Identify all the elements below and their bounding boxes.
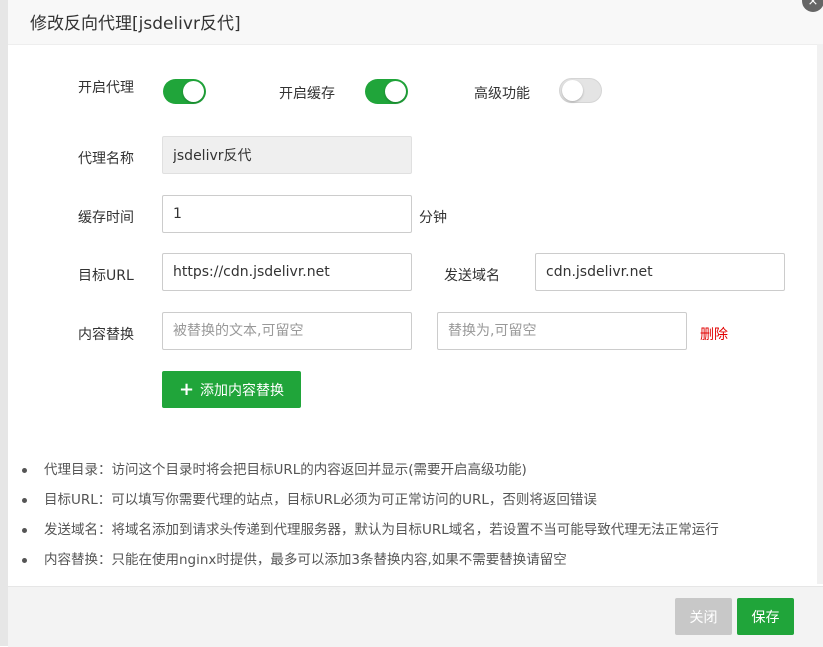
note-item: 目标URL：可以填写你需要代理的站点，目标URL必须为可正常访问的URL，否则将… <box>22 488 597 508</box>
cache-toggle-label: 开启缓存 <box>279 86 335 102</box>
proxy-name-label: 代理名称 <box>78 151 134 167</box>
proxy-toggle[interactable] <box>163 79 206 104</box>
toggle-knob <box>183 81 204 102</box>
send-domain-label: 发送域名 <box>444 268 500 284</box>
plus-icon: + <box>178 378 195 400</box>
send-domain-input[interactable] <box>535 253 785 291</box>
bullet-icon <box>22 467 27 473</box>
content-replace-label: 内容替换 <box>78 327 134 343</box>
note-item: 发送域名：将域名添加到请求头传递到代理服务器，默认为目标URL域名，若设置不当可… <box>22 518 719 538</box>
delete-replace-link[interactable]: 删除 <box>700 324 728 344</box>
note-item: 内容替换：只能在使用nginx时提供，最多可以添加3条替换内容,如果不需要替换请… <box>22 548 567 568</box>
scrollbar[interactable] <box>817 44 823 584</box>
bullet-icon <box>22 497 27 503</box>
replace-to-input[interactable] <box>437 312 687 350</box>
bullet-icon <box>22 527 27 533</box>
dialog-footer: 关闭 保存 <box>8 586 823 647</box>
cache-toggle[interactable] <box>365 79 408 104</box>
advanced-toggle[interactable] <box>559 78 602 103</box>
toggle-knob <box>385 81 406 102</box>
toggle-knob <box>562 80 583 101</box>
dialog-title-bar: 修改反向代理[jsdelivr反代] <box>8 0 823 45</box>
add-content-replace-label: 添加内容替换 <box>200 382 285 399</box>
dialog-title: 修改反向代理[jsdelivr反代] <box>30 14 241 34</box>
cache-time-unit: 分钟 <box>419 210 447 226</box>
cache-time-input[interactable] <box>162 195 412 233</box>
add-content-replace-button[interactable]: + 添加内容替换 <box>162 371 301 408</box>
proxy-name-input[interactable] <box>162 136 412 174</box>
note-item: 代理目录：访问这个目录时将会把目标URL的内容返回并显示(需要开启高级功能) <box>22 458 527 478</box>
edit-reverse-proxy-dialog: 修改反向代理[jsdelivr反代] × 开启代理 开启缓存 高级功能 代理名称… <box>8 0 823 647</box>
advanced-toggle-label: 高级功能 <box>474 86 530 102</box>
save-button[interactable]: 保存 <box>737 598 794 635</box>
proxy-toggle-label: 开启代理 <box>78 80 134 96</box>
close-button[interactable]: 关闭 <box>675 598 732 635</box>
cache-time-label: 缓存时间 <box>78 210 134 226</box>
replace-from-input[interactable] <box>162 312 412 350</box>
target-url-label: 目标URL <box>78 268 134 284</box>
bullet-icon <box>22 557 27 563</box>
target-url-input[interactable] <box>162 253 412 291</box>
